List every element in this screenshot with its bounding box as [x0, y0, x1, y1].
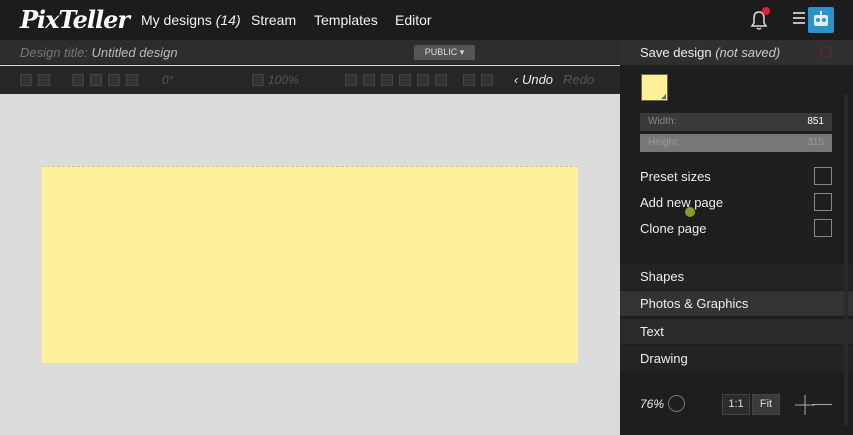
nav-stream[interactable]: Stream [251, 11, 296, 29]
panel-scrollbar[interactable] [844, 95, 848, 425]
width-label: Width: [648, 116, 677, 127]
clone-page-icon[interactable] [814, 219, 832, 237]
robot-icon [814, 11, 828, 26]
background-color-swatch[interactable] [641, 74, 668, 101]
align-left-icon[interactable] [345, 74, 357, 86]
design-title[interactable]: Design title: Untitled design [20, 45, 178, 61]
trash-icon[interactable] [38, 74, 50, 86]
bring-front-icon[interactable] [72, 74, 84, 86]
nav-templates[interactable]: Templates [314, 11, 378, 29]
section-text[interactable]: Text [620, 319, 853, 344]
flip-vertical-icon[interactable] [481, 74, 493, 86]
send-backward-icon[interactable] [108, 74, 120, 86]
save-state: (not saved) [715, 45, 781, 60]
zoom-out-icon[interactable] [812, 404, 832, 405]
section-drawing[interactable]: Drawing [620, 346, 853, 371]
status-circle-icon [820, 46, 832, 58]
design-title-value[interactable]: Untitled design [92, 45, 178, 60]
align-bottom-icon[interactable] [435, 74, 447, 86]
nav-editor[interactable]: Editor [395, 11, 432, 29]
notification-dot [762, 7, 770, 15]
opacity-icon[interactable] [252, 74, 264, 86]
width-field[interactable]: Width: 851 [640, 113, 832, 131]
width-value[interactable]: 851 [807, 113, 824, 131]
add-new-page-button[interactable]: Add new page [640, 195, 723, 211]
nav-my-designs[interactable]: My designs (14) [141, 11, 241, 29]
zoom-1to1-button[interactable]: 1:1 [722, 394, 750, 415]
align-center-icon[interactable] [363, 74, 375, 86]
logo[interactable]: PixTeller [20, 5, 130, 35]
visibility-dropdown[interactable]: PUBLIC ▾ [414, 45, 475, 60]
align-top-icon[interactable] [399, 74, 411, 86]
add-page-icon[interactable] [814, 193, 832, 211]
nav-my-designs-label: My designs [141, 12, 212, 28]
designs-count: (14) [215, 12, 241, 28]
clone-page-button[interactable]: Clone page [640, 221, 707, 237]
mouse-cursor [685, 207, 695, 217]
design-canvas[interactable] [42, 166, 578, 363]
layers-icon[interactable] [20, 74, 32, 86]
menu-icon[interactable] [793, 12, 805, 26]
zoom-fit-button[interactable]: Fit [752, 394, 780, 415]
zoom-in-icon[interactable] [795, 395, 815, 415]
align-right-icon[interactable] [381, 74, 393, 86]
design-title-label: Design title: [20, 45, 88, 60]
align-middle-icon[interactable] [417, 74, 429, 86]
height-label: Height: [648, 137, 680, 148]
height-value[interactable]: 315 [807, 134, 824, 152]
height-field[interactable]: Height: 315 [640, 134, 832, 152]
rotation-value[interactable]: 0° [162, 73, 173, 87]
preset-sizes-button[interactable]: Preset sizes [640, 169, 711, 185]
bring-forward-icon[interactable] [90, 74, 102, 86]
zoom-level: 76% [640, 397, 665, 411]
design-title-bar: Design title: Untitled design PUBLIC ▾ [0, 40, 620, 65]
save-design-label: Save design [640, 45, 712, 60]
avatar[interactable] [808, 7, 834, 33]
section-photos-graphics[interactable]: Photos & Graphics [620, 291, 853, 316]
canvas-workspace[interactable] [0, 94, 620, 435]
redo-button[interactable]: Redo [563, 73, 594, 87]
send-back-icon[interactable] [126, 74, 138, 86]
preset-sizes-icon[interactable] [814, 167, 832, 185]
zoom-icon[interactable] [668, 395, 685, 412]
section-shapes[interactable]: Shapes [620, 264, 853, 289]
flip-horizontal-icon[interactable] [463, 74, 475, 86]
properties-panel: Save design (not saved) Width: 851 Heigh… [620, 40, 853, 435]
save-design-button[interactable]: Save design (not saved) [640, 45, 780, 61]
save-bar: Save design (not saved) [620, 40, 853, 65]
undo-label: Undo [521, 72, 554, 87]
editor-toolbar: 0° 100% ‹ Undo Redo [0, 66, 620, 94]
top-nav: PixTeller My designs (14) Stream Templat… [0, 0, 853, 40]
opacity-value[interactable]: 100% [268, 73, 299, 87]
undo-button[interactable]: ‹ Undo [514, 73, 553, 87]
